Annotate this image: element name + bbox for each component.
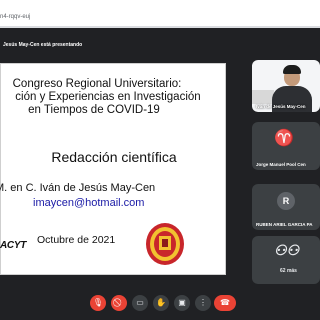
university-seal-icon (146, 223, 184, 265)
camera-off-icon[interactable]: ⃠ (111, 295, 127, 311)
slide-date: Octubre de 2021 (37, 234, 116, 246)
participant-tile-2[interactable]: ♈ Jorge Manuel Pool Cen (252, 122, 320, 170)
more-count: 62 más (280, 268, 297, 274)
mic-off-icon[interactable]: 🎙 (90, 295, 106, 311)
participant-name: Jorge Manuel Pool Cen (256, 162, 306, 167)
browser-top-bar: n4-rqqv-euj (0, 0, 320, 26)
captions-icon[interactable]: ▭ (132, 295, 148, 311)
acyt-logo: ACYT (0, 240, 27, 251)
slide-email: imaycen@hotmail.com (33, 197, 145, 209)
slide-author: M. en C. Iván de Jesús May-Cen (0, 182, 156, 194)
people-group-icon: ⚇⚇ (274, 242, 300, 258)
slide-subtitle: Redacción científica (51, 149, 177, 165)
raise-hand-icon[interactable]: ✋ (153, 295, 169, 311)
participant-logo-icon: ♈ (274, 130, 294, 147)
person-hair (283, 65, 301, 74)
slide-title-line-1: Congreso Regional Universitario: (12, 78, 182, 90)
slide-title-line-2: ción y Experiencias en Investigación (15, 91, 201, 103)
present-screen-icon[interactable]: ▣ (174, 295, 190, 311)
participant-name: RUBEN ARIEL GARCIA PA (256, 222, 313, 227)
participant-tile-presenter[interactable]: Iván de Jesús May-Cen (252, 60, 320, 112)
participant-name: Iván de Jesús May-Cen (256, 104, 306, 109)
participant-avatar: R (277, 192, 295, 210)
slide-title-line-3: en Tiempos de COVID-19 (28, 104, 160, 116)
more-participants-tile[interactable]: ⚇⚇ 62 más (252, 236, 320, 284)
url-text[interactable]: n4-rqqv-euj (0, 14, 30, 20)
background-shelf (252, 90, 274, 104)
shared-presentation: Congreso Regional Universitario: ción y … (0, 63, 226, 275)
more-options-icon[interactable]: ⋮ (195, 295, 211, 311)
slide-title: Congreso Regional Universitario: ción y … (5, 78, 229, 117)
presenting-banner: Jesús May-Cen está presentando (3, 42, 83, 48)
end-call-icon[interactable]: ☎ (214, 295, 236, 311)
participant-tile-3[interactable]: R RUBEN ARIEL GARCIA PA (252, 184, 320, 230)
